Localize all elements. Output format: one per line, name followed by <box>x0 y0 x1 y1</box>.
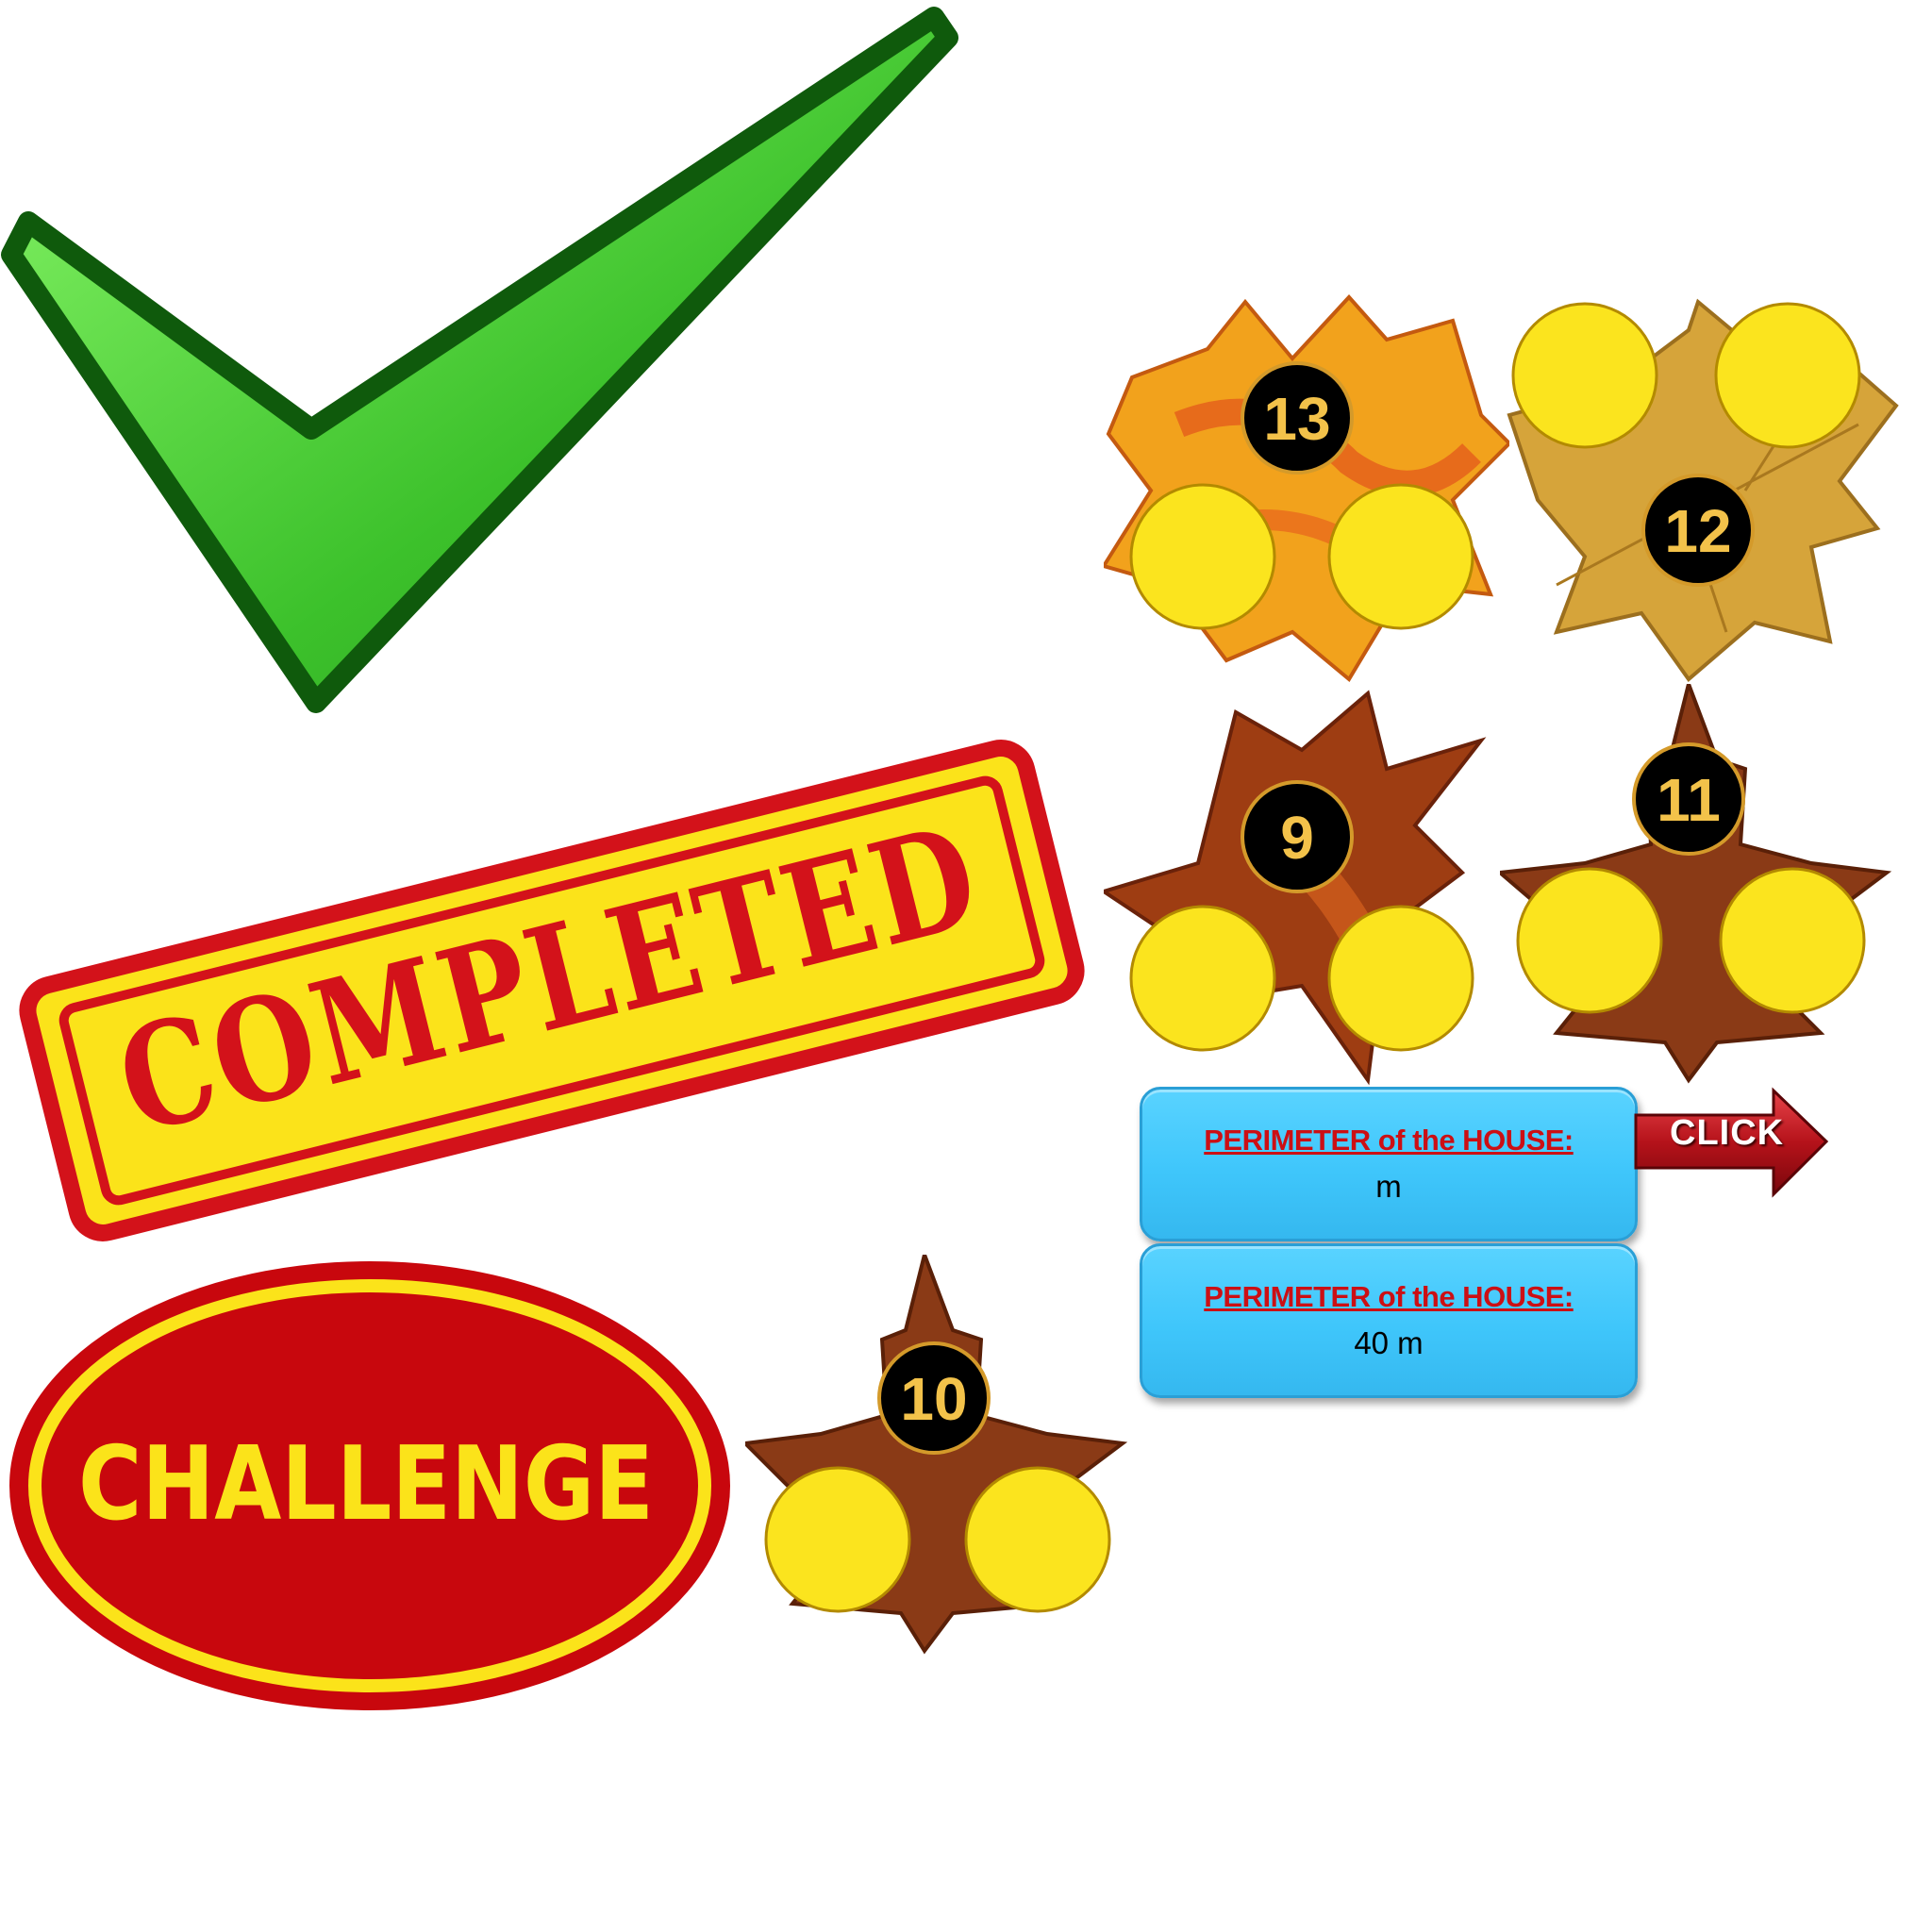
coin[interactable] <box>1511 302 1658 449</box>
coin[interactable] <box>764 1466 911 1613</box>
leaf-9[interactable]: 9 <box>1104 684 1509 1090</box>
coin[interactable] <box>1129 483 1276 630</box>
leaf-11[interactable]: 11 <box>1500 684 1906 1090</box>
click-arrow-button[interactable]: CLICK <box>1632 1087 1830 1198</box>
checkmark-icon <box>0 0 972 736</box>
leaf-number: 11 <box>1657 766 1721 834</box>
leaf-12[interactable]: 12 <box>1500 283 1906 689</box>
click-label: CLICK <box>1670 1113 1785 1153</box>
perimeter-value: m <box>1375 1169 1402 1204</box>
perimeter-solution-box: PERIMETER of the HOUSE: 40 m <box>1140 1243 1638 1398</box>
leaf-13[interactable]: 13 <box>1104 283 1509 689</box>
leaf-number: 12 <box>1664 497 1731 565</box>
leaf-number: 10 <box>900 1365 967 1433</box>
coin[interactable] <box>1327 905 1474 1052</box>
leaf-number: 9 <box>1280 804 1314 872</box>
coin[interactable] <box>964 1466 1111 1613</box>
challenge-stamp: CHALLENGE <box>0 1255 745 1745</box>
perimeter-label: PERIMETER of the HOUSE: <box>1204 1124 1574 1157</box>
coin[interactable] <box>1714 302 1861 449</box>
perimeter-value: 40 m <box>1354 1325 1424 1360</box>
leaf-10[interactable]: 10 <box>745 1255 1141 1660</box>
leaf-number: 13 <box>1263 385 1330 453</box>
perimeter-label: PERIMETER of the HOUSE: <box>1204 1280 1574 1313</box>
perimeter-answer-box: PERIMETER of the HOUSE: m <box>1140 1087 1638 1241</box>
challenge-text: CHALLENGE <box>78 1425 654 1543</box>
coin[interactable] <box>1327 483 1474 630</box>
coin[interactable] <box>1719 867 1866 1014</box>
completed-stamp: COMPLETED <box>0 717 1104 1264</box>
coin[interactable] <box>1516 867 1663 1014</box>
coin[interactable] <box>1129 905 1276 1052</box>
